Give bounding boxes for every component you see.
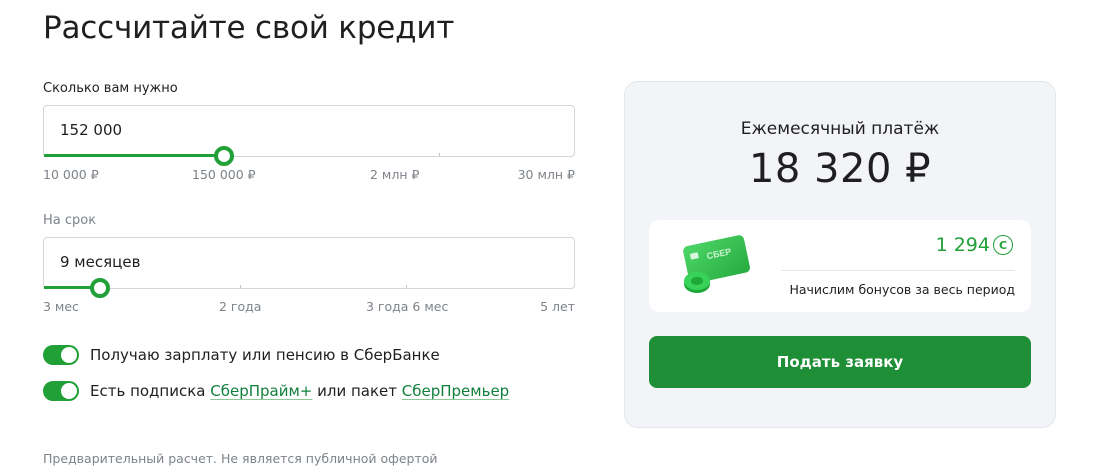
toggle-knob: [61, 347, 77, 363]
salary-toggle[interactable]: [43, 345, 79, 365]
amount-input[interactable]: 152 000: [60, 121, 122, 139]
subscription-toggle[interactable]: [43, 381, 79, 401]
bonus-count: 1 294 C: [936, 234, 1013, 256]
term-tick-2: [406, 285, 407, 288]
term-slider-thumb[interactable]: [90, 278, 110, 298]
term-input[interactable]: 9 месяцев: [60, 253, 140, 271]
disclaimer: Предварительный расчет. Не является публ…: [43, 451, 438, 466]
monthly-payment-amount: 18 320 ₽: [748, 146, 932, 192]
amount-scale-min[interactable]: 10 000 ₽: [43, 167, 99, 182]
monthly-payment-caption: Ежемесячный платёж: [740, 119, 940, 139]
term-scale-max[interactable]: 5 лет: [540, 299, 575, 314]
salary-option[interactable]: Получаю зарплату или пенсию в СберБанке: [43, 345, 440, 365]
bonus-panel: СБЕР 1 294 C Начислим бонусов за весь пе…: [649, 220, 1031, 312]
amount-tick: [439, 153, 440, 156]
bonus-divider: [781, 270, 1015, 271]
salary-text: Получаю зарплату или пенсию в СберБанке: [90, 346, 440, 364]
term-scale-2y[interactable]: 2 года: [219, 299, 261, 314]
bonus-count-value: 1 294: [935, 234, 990, 256]
subscription-prefix: Есть подписка: [90, 382, 211, 400]
amount-field[interactable]: 152 000: [43, 105, 575, 166]
term-tick-1: [240, 285, 241, 288]
amount-slider-thumb[interactable]: [214, 146, 234, 166]
bonus-coin-icon: C: [993, 235, 1013, 255]
submit-application-button[interactable]: Подать заявку: [649, 336, 1031, 388]
page-title: Рассчитайте свой кредит: [43, 10, 455, 46]
payment-summary-card: Ежемесячный платёж 18 320 ₽ СБЕР 1 294 C: [624, 81, 1056, 428]
amount-slider-fill: [44, 154, 225, 157]
term-scale-min[interactable]: 3 мес: [43, 299, 79, 314]
amount-scale-150k[interactable]: 150 000 ₽: [192, 167, 256, 182]
amount-scale-2m[interactable]: 2 млн ₽: [370, 167, 419, 182]
subscription-option[interactable]: Есть подписка СберПрайм+ или пакет СберП…: [43, 381, 509, 401]
amount-scale-max[interactable]: 30 млн ₽: [518, 167, 575, 182]
term-field[interactable]: 9 месяцев: [43, 237, 575, 298]
sberpremier-link[interactable]: СберПремьер: [402, 382, 509, 400]
bonus-note: Начислим бонусов за весь период: [789, 282, 1015, 297]
term-label: На срок: [43, 213, 97, 228]
subscription-middle: или пакет: [312, 382, 402, 400]
amount-label: Сколько вам нужно: [43, 81, 178, 96]
sberprime-link[interactable]: СберПрайм+: [210, 382, 312, 400]
bonus-card-illustration: СБЕР: [683, 235, 750, 293]
toggle-knob: [61, 383, 77, 399]
term-scale-3y6m[interactable]: 3 года 6 мес: [366, 299, 448, 314]
